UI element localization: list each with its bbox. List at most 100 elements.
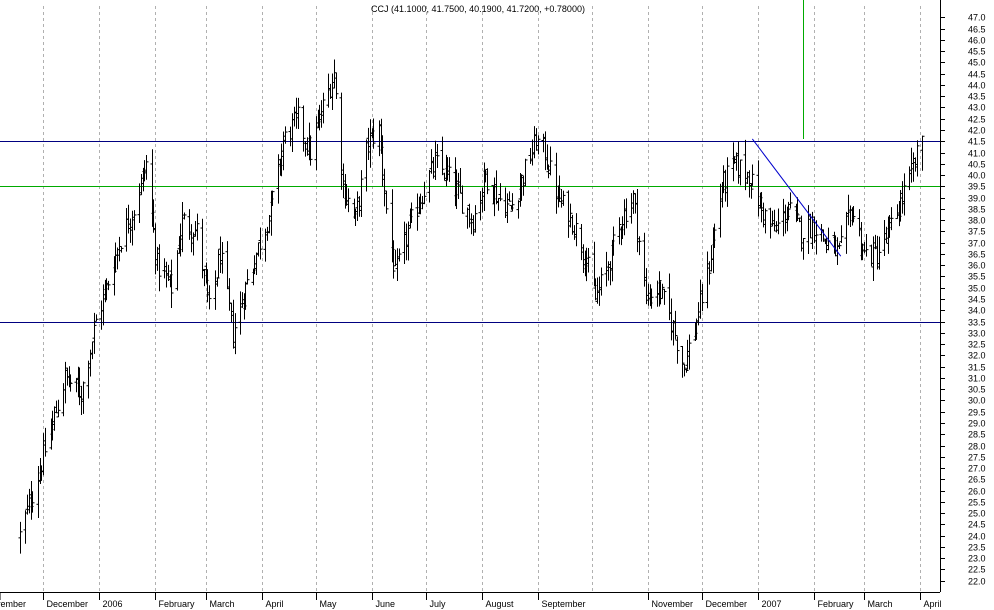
ohlc-bar (839, 225, 844, 244)
x-tick-label: April (924, 599, 942, 609)
x-tick-label: vember (0, 599, 26, 609)
ohlc-bar (292, 106, 297, 127)
y-tick-label: 34.0 (968, 306, 986, 316)
ohlc-bar (52, 406, 57, 431)
ohlc-bar (644, 268, 649, 305)
ohlc-bar (465, 207, 470, 229)
ohlc-bar (256, 242, 261, 257)
chart-title: CCJ (41.1000, 41.7500, 40.1900, 41.7200,… (371, 4, 585, 14)
ohlc-bar (864, 234, 869, 257)
ohlc-bar (43, 427, 48, 457)
ohlc-bar (586, 247, 591, 273)
y-axis: 22.0 22.523.023.524.0 24.525.025.526.0 26.5… (940, 0, 986, 592)
ohlc-bar (189, 224, 194, 253)
ohlc-bar (617, 217, 622, 245)
ohlc-bar (635, 188, 640, 253)
ohlc-bar (597, 276, 602, 306)
grid-layer (43, 6, 921, 592)
ohlc-bar (467, 203, 472, 228)
ohlc-bar (523, 158, 528, 187)
ohlc-bar (92, 312, 97, 354)
ohlc-bar (496, 197, 501, 211)
x-tick-label: July (430, 599, 447, 609)
ohlc-bar (433, 140, 438, 180)
y-tick-label: 42.0 (968, 126, 986, 136)
ohlc-bar (220, 241, 225, 274)
ohlc-bar (435, 144, 440, 168)
x-tick-label: December (47, 599, 89, 609)
y-tick-label: 37.5 (968, 227, 986, 237)
ohlc-bar (180, 201, 185, 253)
ohlc-bar (624, 198, 629, 229)
ohlc-bar (18, 521, 23, 554)
ohlc-bar (36, 465, 41, 519)
ohlc-bar (781, 198, 786, 237)
ohlc-bar (422, 181, 427, 205)
y-tick-label: 35.5 (968, 272, 986, 282)
ohlc-bar (314, 116, 319, 171)
y-tick-label: 37.0 (968, 239, 986, 249)
ohlc-bar (276, 154, 281, 204)
ohlc-bar (734, 152, 739, 171)
ohlc-bar (869, 244, 874, 267)
ohlc-bar (431, 157, 436, 179)
y-tick-label: 38.0 (968, 216, 986, 226)
horizontal-lines (0, 141, 940, 323)
ohlc-bar (608, 261, 613, 286)
ohlc-bar (460, 185, 465, 214)
y-tick-label: 35.0 (968, 284, 986, 294)
y-tick-label: 40.5 (968, 160, 986, 170)
ohlc-bar (267, 215, 272, 234)
ohlc-bar (191, 232, 196, 256)
ohlc-bar (41, 433, 46, 476)
ohlc-bar (332, 59, 337, 89)
ohlc-bar (384, 190, 389, 214)
y-tick-label: 22.0 (968, 577, 986, 587)
ohlc-bar (559, 189, 564, 208)
price-bars (18, 59, 925, 554)
y-tick-label: 24.0 (968, 532, 986, 542)
ohlc-bar (505, 193, 510, 224)
ohlc-bar (124, 207, 129, 252)
ohlc-bar (404, 223, 409, 261)
ohlc-bar (117, 236, 122, 262)
y-tick-label: 30.0 (968, 396, 986, 406)
y-tick-label: 33.0 (968, 329, 986, 339)
ohlc-bar (393, 249, 398, 267)
ohlc-bar (915, 140, 920, 177)
x-tick-label: February (159, 599, 196, 609)
y-tick-label: 44.0 (968, 81, 986, 91)
y-tick-label: 36.0 (968, 261, 986, 271)
y-tick-label: 29.5 (968, 408, 986, 418)
y-tick-label: 45.0 (968, 58, 986, 68)
ohlc-bar (364, 139, 369, 192)
y-tick-label: 38.5 (968, 205, 986, 215)
y-tick-label: 22.5 (968, 565, 986, 575)
ohlc-bar (23, 510, 28, 544)
chart-root: 22.0 22.5 23.0 23.5 24.0 24.5 25.0 25.5 26.0 26.5… (0, 0, 994, 610)
ohlc-bar (216, 249, 221, 279)
ohlc-bar (909, 147, 914, 183)
ohlc-bar (776, 208, 781, 235)
y-tick-label: 43.0 (968, 103, 986, 113)
ohlc-bar (359, 170, 364, 217)
x-tick-label: August (486, 599, 515, 609)
ohlc-bar (669, 298, 674, 341)
ohlc-bar (130, 210, 135, 246)
ohlc-bar (532, 126, 537, 159)
y-tick-label: 40.0 (968, 171, 986, 181)
ohlc-bar (554, 152, 559, 214)
ohlc-bar (877, 236, 882, 270)
ohlc-bar (574, 213, 579, 247)
ohlc-bar (366, 127, 371, 161)
ohlc-bar (875, 235, 880, 270)
ohlc-bar (54, 400, 59, 414)
ohlc-chart: 22.0 22.523.023.524.0 24.525.025.526.0 26.5… (0, 0, 986, 609)
ohlc-bar (707, 261, 712, 285)
ohlc-bar (507, 191, 512, 202)
y-tick-label: 23.5 (968, 543, 986, 553)
ohlc-bar (334, 72, 339, 100)
ohlc-bar (79, 385, 84, 415)
y-tick-label: 45.5 (968, 47, 986, 57)
ohlc-bar (561, 190, 566, 206)
